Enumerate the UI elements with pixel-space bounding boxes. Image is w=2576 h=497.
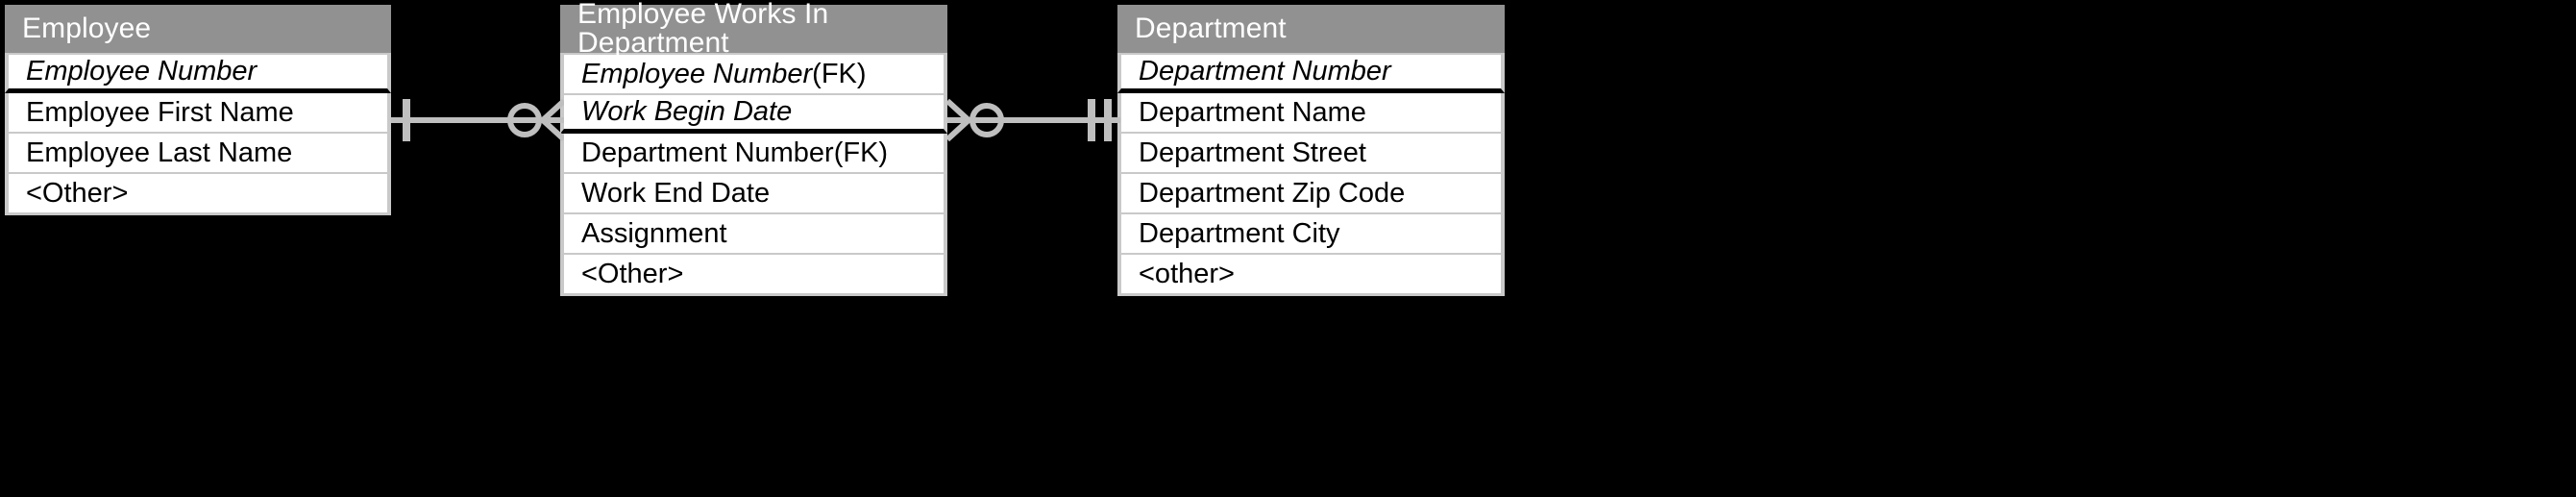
attribute-row[interactable]: Work Begin Date [560, 95, 947, 134]
attribute-name: Employee Number [581, 58, 813, 89]
attribute-name: Department Number [581, 137, 834, 168]
attribute-name: <Other> [581, 258, 684, 289]
attribute-name: Department Number [1139, 56, 1391, 87]
attribute-name: <other> [1139, 258, 1235, 289]
relationship-line [947, 98, 1120, 142]
attribute-name: Department Street [1139, 137, 1366, 168]
attribute-name: Department Zip Code [1139, 177, 1406, 209]
attribute-row[interactable]: Employee First Name [5, 93, 391, 132]
attribute-row[interactable]: <Other> [5, 174, 391, 212]
attribute-row[interactable]: <other> [1117, 255, 1505, 293]
attribute-row[interactable]: Work End Date [560, 174, 947, 212]
entity-department[interactable]: Department Department Number Department … [1117, 5, 1505, 296]
attribute-row[interactable]: Department City [1117, 214, 1505, 253]
attribute-row[interactable]: Department Number (FK) [560, 134, 947, 172]
entity-employee-attribute-list: Employee Number Employee First Name Empl… [5, 53, 391, 215]
relationship-line [391, 98, 564, 142]
attribute-row[interactable]: Employee Number [5, 55, 391, 93]
cardinality-exactly-one [403, 99, 410, 141]
attribute-key-suffix: (FK) [812, 58, 867, 89]
attribute-name: Work End Date [581, 177, 771, 209]
attribute-name: <Other> [26, 177, 129, 209]
entity-employee-works-in-department-attribute-list: Employee Number (FK) Work Begin Date Dep… [560, 53, 947, 296]
relationship-employee-to-works-in[interactable] [391, 91, 564, 149]
entity-employee-works-in-department[interactable]: Employee Works In Department Employee Nu… [560, 0, 947, 296]
attribute-name: Work Begin Date [581, 96, 793, 127]
attribute-name: Employee Last Name [26, 137, 293, 168]
attribute-row[interactable]: Employee Number (FK) [560, 55, 947, 93]
attribute-row[interactable]: <Other> [560, 255, 947, 293]
entity-department-title: Department [1117, 5, 1505, 53]
entity-department-attribute-list: Department Number Department Name Depart… [1117, 53, 1505, 296]
attribute-name: Employee Number [26, 56, 258, 87]
attribute-row[interactable]: Department Street [1117, 134, 1505, 172]
attribute-name: Employee First Name [26, 96, 294, 128]
attribute-row[interactable]: Employee Last Name [5, 134, 391, 172]
entity-employee-title: Employee [5, 5, 391, 53]
relationship-works-in-to-department[interactable] [947, 91, 1120, 149]
attribute-row[interactable]: Department Number [1117, 55, 1505, 93]
entity-employee[interactable]: Employee Employee Number Employee First … [5, 5, 391, 215]
attribute-name: Department City [1139, 217, 1340, 249]
entity-employee-works-in-department-title: Employee Works In Department [560, 0, 947, 58]
attribute-key-suffix: (FK) [833, 137, 889, 168]
attribute-row[interactable]: Assignment [560, 214, 947, 253]
attribute-row[interactable]: Department Zip Code [1117, 174, 1505, 212]
attribute-name: Assignment [581, 217, 727, 249]
attribute-name: Department Name [1139, 96, 1366, 128]
diagram-canvas: Employee Employee Number Employee First … [0, 0, 2576, 497]
attribute-row[interactable]: Department Name [1117, 93, 1505, 132]
